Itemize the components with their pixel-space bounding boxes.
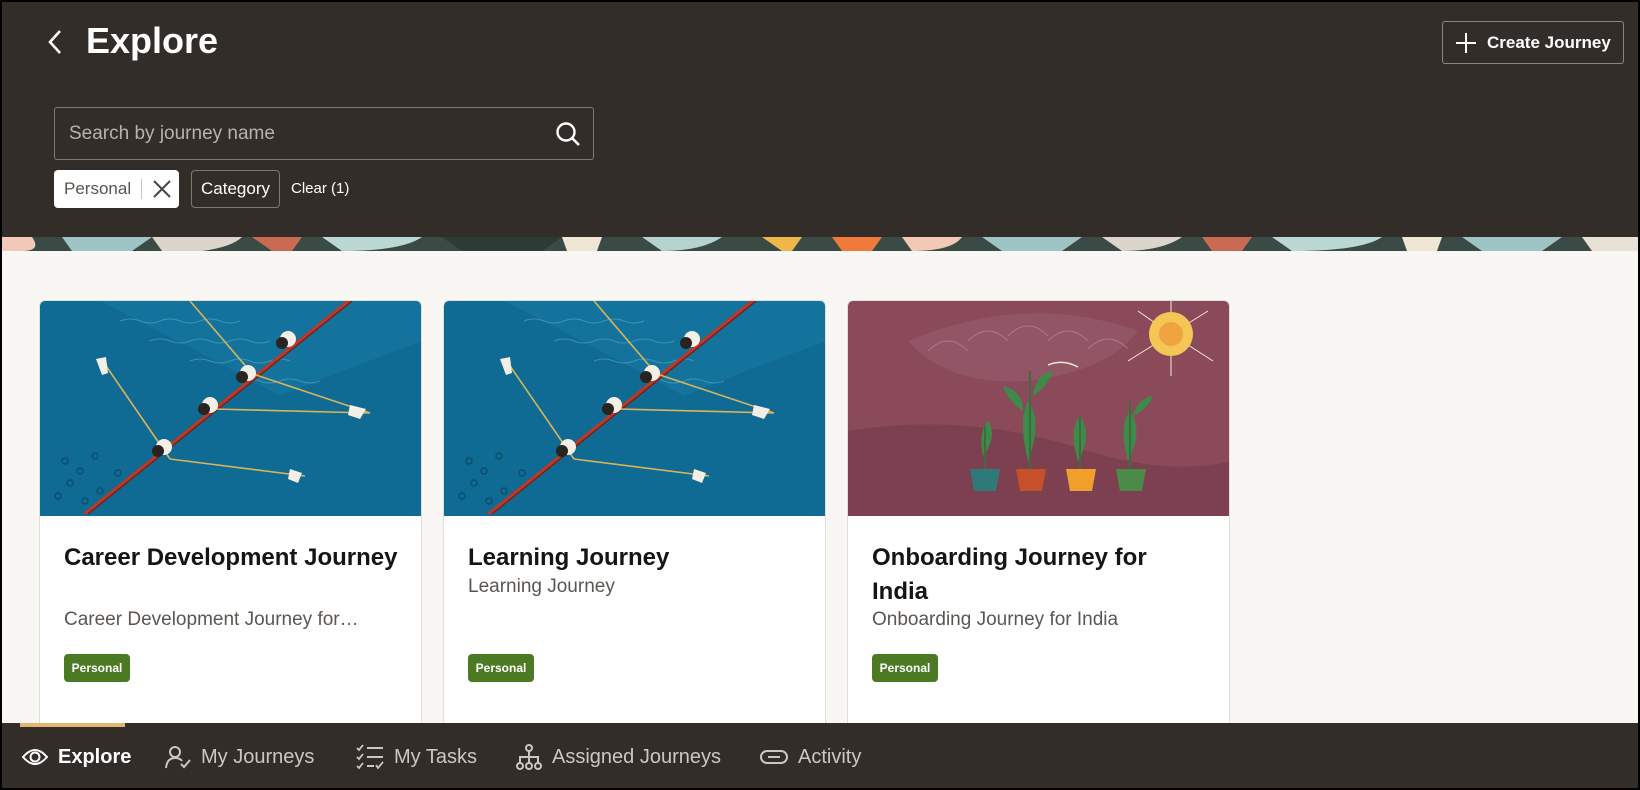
- nav-assigned-journeys[interactable]: Assigned Journeys: [516, 739, 721, 775]
- chip-divider: [141, 179, 143, 199]
- hierarchy-icon: [516, 744, 542, 770]
- rowing-boat-illustration: [444, 301, 825, 516]
- journey-card[interactable]: Learning Journey Learning Journey Person…: [443, 300, 826, 740]
- clear-filters-link[interactable]: Clear (1): [291, 180, 349, 197]
- eye-icon: [22, 749, 48, 765]
- nav-explore[interactable]: Explore: [22, 739, 131, 775]
- status-badge: Personal: [468, 654, 534, 682]
- nav-my-journeys-label: My Journeys: [201, 745, 315, 768]
- journey-card[interactable]: Career Development Journey Career Develo…: [39, 300, 422, 740]
- bottom-navigation: Explore My Journeys My Tasks Assigned Jo…: [2, 723, 1638, 788]
- search-icon[interactable]: [543, 109, 593, 159]
- nav-my-tasks-label: My Tasks: [394, 745, 477, 768]
- nav-assigned-journeys-label: Assigned Journeys: [552, 745, 721, 768]
- status-badge: Personal: [872, 654, 938, 682]
- rowing-boat-illustration: [40, 301, 421, 516]
- journey-card[interactable]: Onboarding Journey for India Onboarding …: [847, 300, 1230, 740]
- card-description: Learning Journey: [468, 576, 615, 597]
- decorative-banner: [2, 237, 1638, 251]
- card-title: Onboarding Journey for India: [872, 544, 1147, 605]
- card-description: Career Development Journey for…: [64, 609, 359, 630]
- nav-my-journeys[interactable]: My Journeys: [165, 739, 314, 775]
- potted-plants-sun-illustration: [848, 301, 1229, 516]
- nav-activity-label: Activity: [798, 745, 862, 768]
- create-journey-button[interactable]: Create Journey: [1442, 21, 1624, 64]
- card-title: Career Development Journey: [64, 544, 398, 571]
- nav-my-tasks[interactable]: My Tasks: [356, 739, 477, 775]
- card-title: Learning Journey: [468, 544, 670, 571]
- filter-chip-personal: Personal: [54, 170, 179, 208]
- page-title: Explore: [86, 20, 219, 61]
- app-window: Explore Create Journey Personal Category…: [0, 0, 1640, 790]
- nav-activity[interactable]: Activity: [760, 739, 861, 775]
- search-input[interactable]: [55, 108, 543, 159]
- create-journey-label: Create Journey: [1487, 32, 1611, 52]
- search-box: [54, 107, 594, 160]
- page-header: Explore Create Journey Personal Category…: [2, 2, 1638, 237]
- card-description: Onboarding Journey for India: [872, 609, 1119, 630]
- close-icon[interactable]: [146, 173, 178, 205]
- nav-explore-label: Explore: [58, 745, 132, 768]
- back-button[interactable]: [40, 24, 70, 60]
- category-filter-button[interactable]: Category: [191, 170, 280, 208]
- filter-chip-label: Personal: [64, 179, 132, 198]
- plus-icon: [1456, 32, 1476, 53]
- link-icon: [760, 750, 788, 764]
- checklist-icon: [356, 744, 384, 770]
- user-check-icon: [165, 746, 191, 769]
- status-badge: Personal: [64, 654, 130, 682]
- active-tab-indicator: [20, 723, 125, 727]
- chevron-left-icon: [48, 30, 61, 54]
